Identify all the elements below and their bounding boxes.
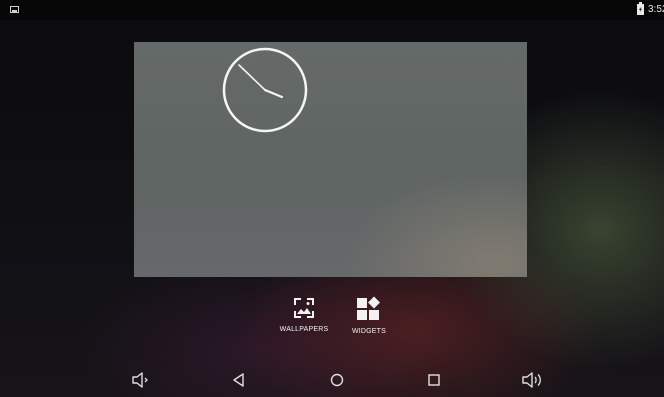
widgets-icon — [357, 296, 380, 320]
volume-down-icon — [132, 372, 148, 388]
back-icon — [233, 373, 244, 387]
volume-up-icon — [522, 372, 541, 388]
home-icon — [330, 373, 344, 387]
volume-up-button[interactable] — [521, 368, 545, 392]
notification-image-icon — [10, 6, 19, 13]
recents-icon — [428, 374, 440, 386]
status-bar: 3:52 — [0, 0, 664, 20]
home-screen-preview[interactable] — [134, 42, 527, 277]
wallpaper-icon — [294, 298, 314, 318]
wallpapers-button[interactable]: WALLPAPERS — [278, 296, 330, 333]
recents-button[interactable] — [422, 368, 446, 392]
battery-charging-icon — [637, 2, 644, 15]
widgets-label: WIDGETS — [351, 328, 387, 335]
analog-clock-widget[interactable] — [222, 47, 308, 133]
home-button[interactable] — [325, 368, 349, 392]
wallpapers-label: WALLPAPERS — [279, 326, 329, 333]
back-button[interactable] — [227, 368, 251, 392]
widgets-button[interactable]: WIDGETS — [346, 296, 392, 335]
status-time: 3:52 — [648, 4, 664, 15]
volume-down-button[interactable] — [130, 368, 154, 392]
navigation-bar — [0, 360, 664, 397]
